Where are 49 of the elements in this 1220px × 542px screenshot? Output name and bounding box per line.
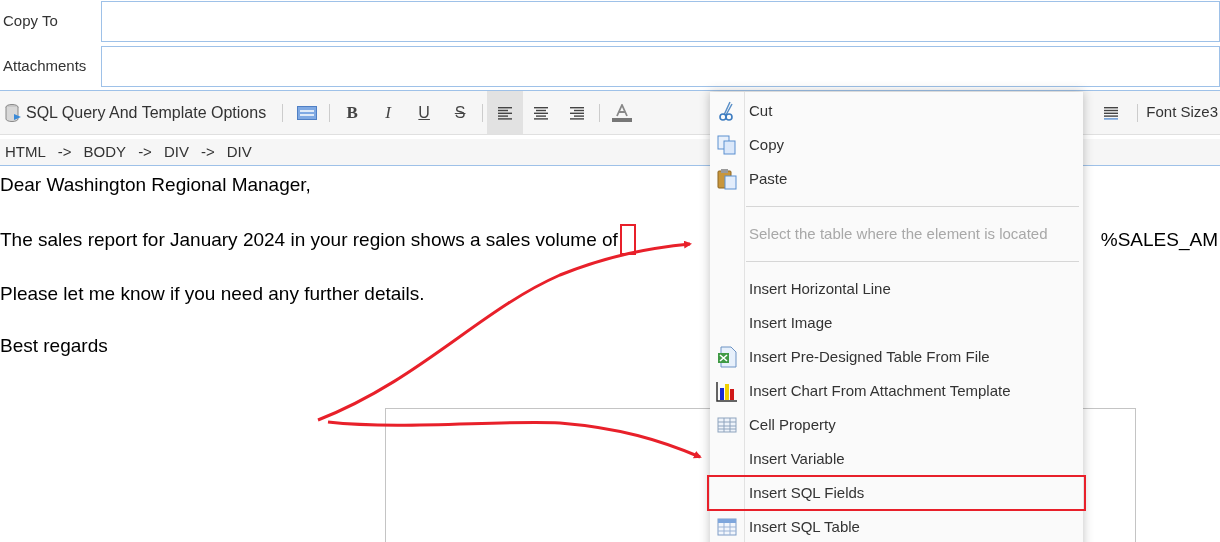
align-center-icon: [533, 105, 550, 120]
font-color-icon: [612, 103, 633, 122]
field-label: Copy To: [2, 11, 59, 32]
breadcrumb-item[interactable]: DIV: [163, 140, 189, 164]
bar-chart-icon: [716, 380, 738, 402]
menu-item[interactable]: Paste: [710, 162, 1083, 196]
menu-item[interactable]: Insert Chart From Attachment Template: [710, 374, 1083, 408]
menu-item[interactable]: Insert Pre-Designed Table From File: [710, 340, 1083, 374]
paste-icon: [717, 168, 737, 190]
sql-options-button[interactable]: SQL Query And Template Options: [4, 91, 277, 134]
breadcrumb-item[interactable]: DIV: [226, 140, 252, 164]
strikethrough-button[interactable]: S: [442, 91, 479, 134]
breadcrumb-item[interactable]: BODY: [83, 140, 127, 164]
caret-marker: [619, 224, 636, 255]
breadcrumb-separator: ->: [57, 141, 72, 162]
body-text: Please let me know if you need any further details.: [0, 282, 425, 306]
menu-item[interactable]: Insert Horizontal Line: [710, 272, 1083, 306]
menu-item[interactable]: Cell Property: [710, 408, 1083, 442]
align-right-icon: [569, 105, 586, 120]
menu-item[interactable]: Cut: [710, 94, 1083, 128]
html-icon: [297, 105, 318, 120]
justify-icon: [1103, 105, 1120, 120]
bold-button[interactable]: B: [334, 91, 371, 134]
menu-item[interactable]: Insert Variable: [710, 442, 1083, 476]
input-field[interactable]: [101, 46, 1220, 87]
grid-icon: [717, 417, 737, 433]
scissors-icon: [718, 101, 736, 121]
italic-button[interactable]: I: [370, 91, 407, 134]
copy-icon: [717, 135, 737, 155]
variable-text: %SALES_AM: [1100, 227, 1219, 253]
breadcrumb-item[interactable]: HTML: [5, 140, 46, 164]
align-left-button[interactable]: [487, 91, 524, 134]
body-text: The sales report for January 2024 in your region shows a sales volume of: [0, 227, 618, 252]
breadcrumb-separator: ->: [200, 141, 215, 162]
menu-item[interactable]: Insert SQL Table: [710, 510, 1083, 542]
greeting-text: Dear Washington Regional Manager,: [0, 173, 311, 197]
database-icon: [4, 102, 22, 123]
spreadsheet-icon: [717, 346, 737, 368]
underline-button[interactable]: U: [406, 91, 443, 134]
menu-item[interactable]: Insert Image: [710, 306, 1083, 340]
font-size-dropdown[interactable]: Font Size3: [1146, 101, 1220, 124]
menu-item[interactable]: Copy: [710, 128, 1083, 162]
body-text: Best regards: [0, 334, 108, 358]
menu-item[interactable]: Insert SQL Fields: [708, 476, 1085, 510]
input-field[interactable]: [101, 1, 1220, 42]
breadcrumb-separator: ->: [138, 141, 152, 162]
align-left-icon: [497, 105, 514, 120]
table-icon: [717, 518, 737, 536]
field-label: Attachments: [2, 56, 88, 77]
